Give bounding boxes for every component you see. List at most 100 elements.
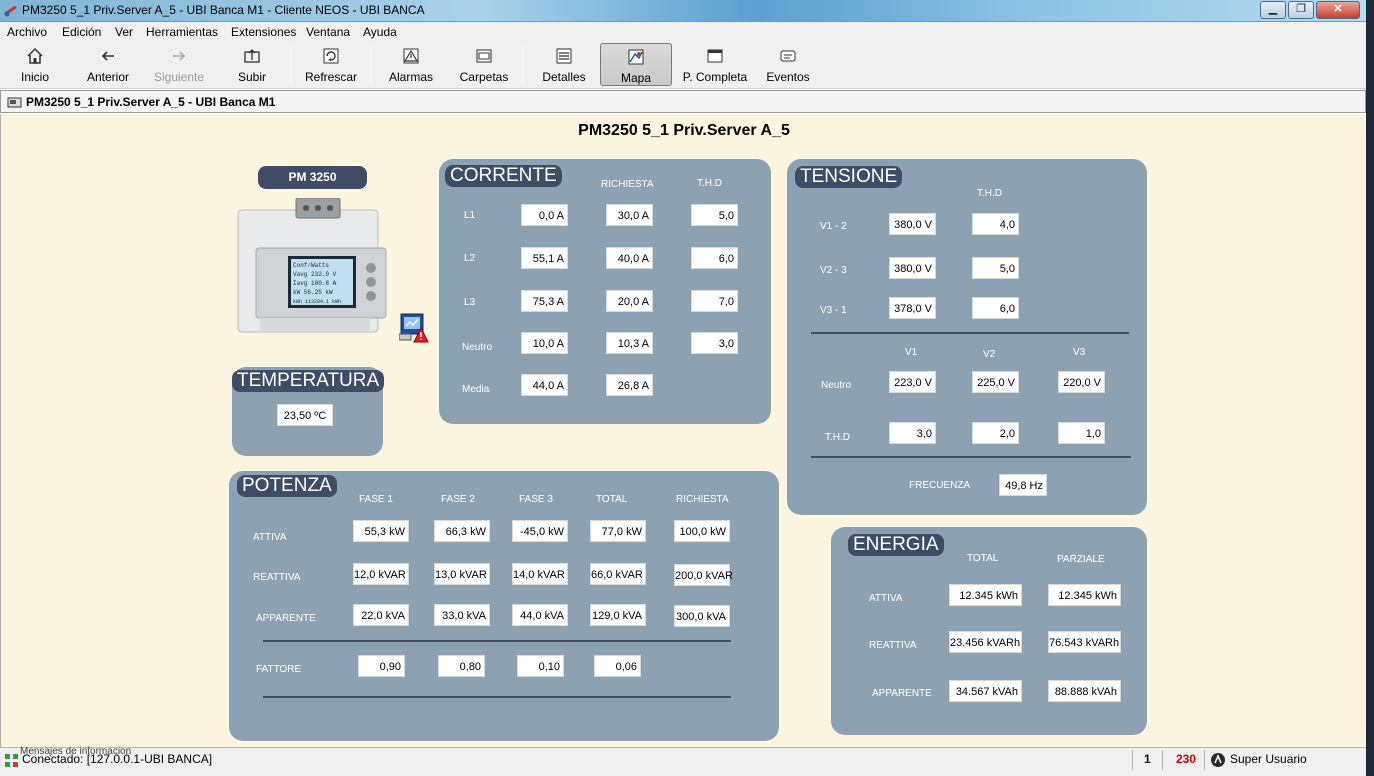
energia-col-parziale: PARZIALE xyxy=(1057,554,1105,565)
potenza-col: RICHIESTA xyxy=(676,494,729,505)
frecuenza-value: 49,8 Hz xyxy=(999,474,1047,496)
alarm-count[interactable]: 230 xyxy=(1176,752,1196,766)
device-badge: PM 3250 xyxy=(258,166,367,189)
refrescar-button[interactable]: Refrescar xyxy=(302,43,360,86)
energia-row-label: REATTIVA xyxy=(869,640,917,651)
fattore-value: 0,06 xyxy=(594,655,641,677)
eventos-button[interactable]: Eventos xyxy=(762,43,814,86)
mapa-button[interactable]: Mapa xyxy=(600,43,672,86)
menu-ventana[interactable]: Ventana xyxy=(306,25,350,39)
window-edge xyxy=(1366,0,1374,776)
status-bar: Mensajes de informacion Conectado: [127.… xyxy=(0,746,1366,776)
potenza-value: 129,0 kVA xyxy=(590,604,646,626)
potenza-title: POTENZA xyxy=(237,475,337,497)
page-title: PM3250 5_1 Priv.Server A_5 xyxy=(578,122,790,139)
folders-icon xyxy=(476,49,492,63)
menu-archivo[interactable]: Archivo xyxy=(7,25,47,39)
menu-ver[interactable]: Ver xyxy=(115,25,133,39)
minimize-button[interactable]: ▁ xyxy=(1260,1,1286,19)
tensione-row-label: V3 - 1 xyxy=(820,305,847,316)
tensione-col-thd: T.H.D xyxy=(977,188,1002,199)
subir-button[interactable]: Subir xyxy=(228,43,276,86)
corrente-value: 44,0 A xyxy=(521,374,568,396)
energia-total: 34.567 kVAh xyxy=(949,680,1022,702)
carpetas-button[interactable]: Carpetas xyxy=(456,43,512,86)
title-bar: PM3250 5_1 Priv.Server A_5 - UBI Banca M… xyxy=(0,0,1374,22)
potenza-value: 33,0 kVA xyxy=(434,604,490,626)
fattore-value: 0,90 xyxy=(358,655,405,677)
potenza-row-label: ATTIVA xyxy=(253,532,287,543)
tensione-phase-header: V2 xyxy=(983,349,996,360)
siguiente-button[interactable]: Siguiente xyxy=(150,43,208,86)
map-view: PM3250 5_1 Priv.Server A_5 PM 3250 Conf/… xyxy=(0,114,1366,747)
energia-parziale: 88.888 kVAh xyxy=(1048,680,1121,702)
user-name: Super Usuario xyxy=(1230,752,1307,766)
user-icon xyxy=(1211,753,1225,767)
device-icon xyxy=(7,97,22,108)
tensione-neutro-value: 220,0 V xyxy=(1058,371,1105,393)
potenza-value: -45,0 kW xyxy=(512,520,568,542)
refresh-icon xyxy=(323,48,339,64)
anterior-button[interactable]: Anterior xyxy=(80,43,136,86)
map-icon xyxy=(628,49,644,65)
potenza-value: 12,0 kVAR xyxy=(353,563,409,585)
corrente-title: CORRENTE xyxy=(445,165,562,187)
tensione-thd-label: T.H.D xyxy=(825,432,850,443)
arrow-right-icon xyxy=(173,51,186,61)
temperatura-value: 23,50 ºC xyxy=(277,404,333,426)
corrente-row-label: L3 xyxy=(464,297,476,308)
p-completa-button[interactable]: P. Completa xyxy=(680,43,750,86)
maximize-button[interactable]: ❐ xyxy=(1288,1,1314,19)
events-icon xyxy=(780,50,796,62)
potenza-col: FASE 2 xyxy=(441,494,475,505)
energia-total: 23.456 kVARh xyxy=(949,631,1022,653)
temperatura-title: TEMPERATURA xyxy=(232,370,385,392)
tensione-value: 380,0 V xyxy=(889,213,936,235)
alarm-status-icon[interactable] xyxy=(399,312,429,344)
tensione-title: TENSIONE xyxy=(795,166,903,188)
tensione-neutro-value: 225,0 V xyxy=(972,371,1019,393)
potenza-col: FASE 1 xyxy=(359,494,393,505)
fattore-value: 0,80 xyxy=(438,655,485,677)
frecuenza-label: FRECUENZA xyxy=(909,480,971,491)
meter-screen-line: Iavg 100.8 A xyxy=(293,280,337,287)
menu-ayuda[interactable]: Ayuda xyxy=(363,25,397,39)
details-icon xyxy=(556,48,572,64)
corrente-thd: 3,0 xyxy=(691,332,738,354)
menu-edicion[interactable]: Edición xyxy=(62,25,101,39)
toolbar: Inicio Anterior Siguiente Subir Refresca… xyxy=(0,41,1366,89)
corrente-row-label: L1 xyxy=(464,210,476,221)
corrente-col-thd: T.H.D xyxy=(697,178,722,189)
energia-parziale: 12.345 kWh xyxy=(1048,584,1121,606)
home-icon xyxy=(27,47,43,64)
tensione-thd: 4,0 xyxy=(972,213,1019,235)
inicio-button[interactable]: Inicio xyxy=(8,43,62,86)
tensione-thd: 6,0 xyxy=(972,297,1019,319)
status-separator xyxy=(1132,750,1133,770)
corrente-richiesta: 26,8 A xyxy=(606,374,653,396)
corrente-row-label: Neutro xyxy=(462,342,493,353)
status-separator xyxy=(1162,750,1163,770)
corrente-thd: 6,0 xyxy=(691,247,738,269)
detalles-button[interactable]: Detalles xyxy=(536,43,592,86)
window-title: PM3250 5_1 Priv.Server A_5 - UBI Banca M… xyxy=(22,3,425,17)
close-button[interactable]: ✕ xyxy=(1316,1,1360,19)
potenza-value: 22,0 kVA xyxy=(353,604,409,626)
tensione-thd-value: 2,0 xyxy=(972,422,1019,444)
tensione-value: 378,0 V xyxy=(889,297,936,319)
energia-title: ENERGIA xyxy=(848,534,944,556)
tensione-phase-header: V1 xyxy=(905,347,918,358)
tensione-row-label: V2 - 3 xyxy=(820,265,847,276)
energia-total: 12.345 kWh xyxy=(949,584,1022,606)
tensione-thd-value: 1,0 xyxy=(1058,422,1105,444)
menu-extensiones[interactable]: Extensiones xyxy=(231,25,296,39)
corrente-value: 10,0 A xyxy=(521,332,568,354)
divider xyxy=(263,696,731,698)
potenza-value: 300,0 kVA xyxy=(674,605,730,627)
pm3250-meter-image[interactable]: Conf/Watts Vavg 232.0 V Iavg 100.8 A kW … xyxy=(236,198,396,354)
energia-col-total: TOTAL xyxy=(967,553,999,564)
menu-herramientas[interactable]: Herramientas xyxy=(146,25,218,39)
arrow-left-icon xyxy=(101,51,114,61)
alarmas-button[interactable]: Alarmas xyxy=(384,43,438,86)
tensione-thd: 5,0 xyxy=(972,257,1019,279)
